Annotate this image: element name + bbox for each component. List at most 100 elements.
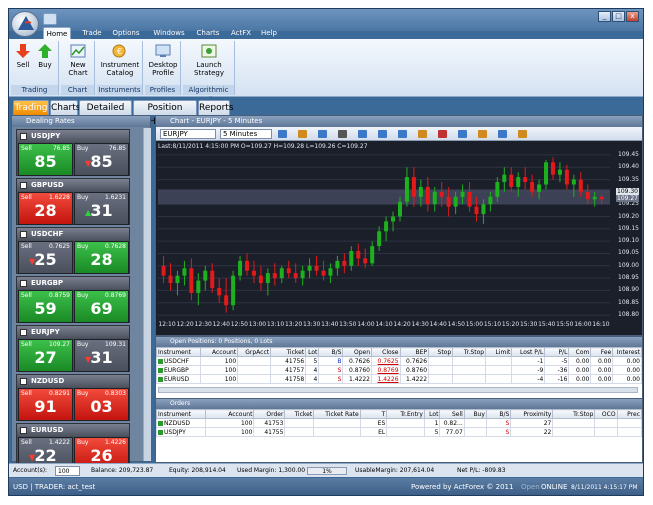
table-row[interactable]: EURUSD 100 41758 4 S 1.4222 1.4226 1.4222 -4 -16 0… bbox=[156, 374, 642, 384]
candlestick-plot[interactable] bbox=[158, 150, 610, 320]
menu-home[interactable]: Home bbox=[43, 27, 71, 39]
menu-options[interactable]: Options bbox=[109, 27, 143, 39]
column-header[interactable]: T bbox=[359, 409, 388, 419]
chart-tool-icon[interactable] bbox=[398, 130, 407, 138]
account-select[interactable]: 100 bbox=[55, 466, 81, 476]
close-button[interactable]: x bbox=[626, 11, 639, 22]
column-header[interactable]: Buy bbox=[463, 409, 487, 419]
column-header[interactable]: GrpAcct bbox=[237, 347, 272, 357]
menu-help[interactable]: Help bbox=[259, 27, 279, 39]
row-checkbox[interactable] bbox=[158, 429, 163, 435]
column-header[interactable]: Lot bbox=[305, 347, 320, 357]
column-header[interactable]: Fee bbox=[590, 347, 614, 357]
column-header[interactable]: Ticket bbox=[270, 347, 307, 357]
column-header[interactable]: Account bbox=[204, 409, 255, 419]
sell-rate-button[interactable]: Sell 1.6228 28 bbox=[18, 192, 73, 225]
chart-tool-icon[interactable] bbox=[498, 130, 507, 138]
tab-charts[interactable]: Charts bbox=[50, 100, 80, 115]
buy-rate-button[interactable]: Buy 1.6231 31 ▲ bbox=[74, 192, 129, 225]
column-header[interactable]: B/S bbox=[318, 347, 344, 357]
column-header[interactable]: P/L bbox=[544, 347, 570, 357]
column-header[interactable]: Tr.Stop bbox=[452, 347, 487, 357]
chart-tool-icon[interactable] bbox=[318, 130, 327, 138]
column-header[interactable]: Instrument bbox=[156, 347, 201, 357]
column-header[interactable]: Limit bbox=[485, 347, 513, 357]
row-checkbox[interactable] bbox=[158, 367, 163, 373]
menu-actfx[interactable]: ActFX bbox=[227, 27, 255, 39]
column-header[interactable]: Sell bbox=[439, 409, 465, 419]
card-checkbox[interactable] bbox=[20, 378, 27, 385]
menu-windows[interactable]: Windows bbox=[149, 27, 189, 39]
column-header[interactable]: Ticket Rate bbox=[313, 409, 361, 419]
column-header[interactable]: Ticket bbox=[284, 409, 315, 419]
card-checkbox[interactable] bbox=[20, 133, 27, 140]
tab-position-history[interactable]: Position History bbox=[133, 100, 197, 127]
table-row[interactable]: NZDUSD 100 41753 ES 1 0.82... S 27 bbox=[156, 418, 643, 428]
table-row[interactable]: USDCHF 100 41756 5 B 0.7626 0.7625 0.7626 -1 -5 0.… bbox=[156, 356, 642, 366]
chart-tool-icon[interactable] bbox=[438, 130, 447, 138]
card-checkbox[interactable] bbox=[20, 182, 27, 189]
menu-trade[interactable]: Trade bbox=[77, 27, 107, 39]
column-header[interactable]: Interest bbox=[612, 347, 642, 357]
buy-button[interactable]: Buy bbox=[35, 43, 55, 69]
buy-rate-button[interactable]: Buy 76.85 85 ▼ bbox=[74, 143, 129, 176]
app-orb-icon[interactable] bbox=[11, 11, 39, 37]
table-row[interactable]: USDJPY 100 41755 EL 5 77.07 S 22 bbox=[156, 427, 643, 437]
column-header[interactable]: Close bbox=[371, 347, 401, 357]
column-header[interactable]: OCO bbox=[594, 409, 618, 419]
desktop-profile-button[interactable]: Desktop Profile bbox=[147, 43, 179, 77]
column-header[interactable]: Tr.Stop bbox=[552, 409, 596, 419]
column-header[interactable]: Lost P/L bbox=[511, 347, 546, 357]
card-checkbox[interactable] bbox=[20, 329, 27, 336]
table-row[interactable]: EURGBP 100 41757 4 S 0.8760 0.8769 0.8760 -9 -36 0… bbox=[156, 365, 642, 375]
chart-tool-icon[interactable] bbox=[278, 130, 287, 138]
row-checkbox[interactable] bbox=[158, 376, 163, 382]
chart-tool-icon[interactable] bbox=[298, 130, 307, 138]
card-checkbox[interactable] bbox=[20, 280, 27, 287]
card-checkbox[interactable] bbox=[20, 231, 27, 238]
column-header[interactable]: Prec bbox=[616, 409, 643, 419]
chart-tool-icon[interactable] bbox=[518, 130, 527, 138]
maximize-button[interactable]: □ bbox=[612, 11, 625, 22]
column-header[interactable]: Stop bbox=[428, 347, 454, 357]
chart-tool-icon[interactable] bbox=[358, 130, 367, 138]
sell-button[interactable]: Sell bbox=[13, 43, 33, 69]
menu-charts[interactable]: Charts bbox=[193, 27, 223, 39]
chart-tool-icon[interactable] bbox=[458, 130, 467, 138]
tab-trading[interactable]: Trading bbox=[13, 100, 49, 115]
sell-rate-button[interactable]: Sell 0.7625 25 ▼ bbox=[18, 241, 73, 274]
sell-rate-button[interactable]: Sell 0.8759 59 bbox=[18, 290, 73, 323]
buy-rate-button[interactable]: Buy 109.31 31 ▼ bbox=[74, 339, 129, 372]
column-header[interactable]: BEP bbox=[399, 347, 430, 357]
timeframe-select[interactable]: 5 Minutes bbox=[220, 129, 272, 139]
minimize-button[interactable]: _ bbox=[598, 11, 611, 22]
column-header[interactable]: Open bbox=[342, 347, 372, 357]
row-checkbox[interactable] bbox=[158, 358, 163, 364]
column-header[interactable]: B/S bbox=[485, 409, 512, 419]
instrument-catalog-button[interactable]: € Instrument Catalog bbox=[99, 43, 141, 77]
chart-tool-icon[interactable] bbox=[418, 130, 427, 138]
chart-tool-icon[interactable] bbox=[478, 130, 487, 138]
column-header[interactable]: Tr.Entry bbox=[386, 409, 425, 419]
column-header[interactable]: Account bbox=[199, 347, 239, 357]
column-header[interactable]: Proximity bbox=[510, 409, 554, 419]
column-header[interactable]: Com bbox=[568, 347, 592, 357]
chart-tool-icon[interactable] bbox=[338, 130, 347, 138]
positions-scrollbar[interactable] bbox=[158, 387, 638, 393]
dealing-rates-scrollbar[interactable] bbox=[143, 128, 151, 461]
buy-rate-button[interactable]: Buy 0.8769 69 bbox=[74, 290, 129, 323]
sell-rate-button[interactable]: Sell 0.8291 91 bbox=[18, 388, 73, 421]
row-checkbox[interactable] bbox=[158, 420, 163, 426]
sell-rate-button[interactable]: Sell 76.85 85 bbox=[18, 143, 73, 176]
launch-strategy-button[interactable]: Launch Strategy bbox=[187, 43, 231, 77]
quick-access-icon[interactable] bbox=[43, 13, 57, 25]
column-header[interactable]: Lot bbox=[423, 409, 441, 419]
column-header[interactable]: Order bbox=[253, 409, 286, 419]
sell-rate-button[interactable]: Sell 109.27 27 bbox=[18, 339, 73, 372]
tab-reports[interactable]: Reports bbox=[198, 100, 234, 115]
instrument-select[interactable]: EURJPY bbox=[160, 129, 216, 139]
column-header[interactable]: Instrument bbox=[156, 409, 206, 419]
tab-detailed-info[interactable]: Detailed Info bbox=[79, 100, 132, 127]
buy-rate-button[interactable]: Buy 0.8303 03 bbox=[74, 388, 129, 421]
buy-rate-button[interactable]: Buy 0.7628 28 bbox=[74, 241, 129, 274]
